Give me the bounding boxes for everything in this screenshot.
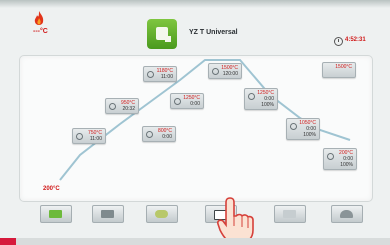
edit-button[interactable] <box>92 205 124 223</box>
step-4-chip[interactable]: 1500°C 120:00 <box>208 63 242 79</box>
step-9-vacuum: 100% <box>340 162 353 168</box>
clock-icon <box>76 133 83 140</box>
clock-icon <box>290 123 297 130</box>
step-8-vacuum: 100% <box>303 132 316 138</box>
info-icon <box>283 210 296 218</box>
step-8-chip[interactable]: 1050°C 0:00 100% <box>286 118 320 140</box>
night-mode-button[interactable] <box>146 205 178 223</box>
clock-icon <box>174 98 181 105</box>
step-7-vacuum: 100% <box>261 102 274 108</box>
step-2-time: 20:32 <box>122 106 135 112</box>
clock-icon <box>248 93 255 100</box>
return-arrow-icon <box>340 210 353 218</box>
back-button[interactable] <box>331 205 363 223</box>
step-4-time: 120:00 <box>222 71 238 77</box>
hand-pointer-icon <box>217 197 254 244</box>
clock-icon <box>147 71 154 78</box>
step-1-time: 11:00 <box>89 136 102 142</box>
step-5-chip[interactable]: 800°C 0:00 <box>142 126 176 142</box>
program-list-button[interactable] <box>40 205 72 223</box>
furnace-screen: ---°C YZ T Universal 4:52:31 200°C 750°C… <box>0 0 390 245</box>
step-9-chip[interactable]: 200°C 0:00 100% <box>323 148 357 170</box>
step-10-temp: 1500°C <box>335 64 352 70</box>
clock-icon <box>109 103 116 110</box>
step-2-chip[interactable]: 950°C 20:32 <box>105 98 139 114</box>
bottom-bar <box>0 238 390 245</box>
step-3-time: 11:00 <box>160 74 173 80</box>
clock-icon <box>212 68 219 75</box>
clock-icon <box>327 153 334 160</box>
moon-icon <box>155 210 168 218</box>
step-6-time: 0:00 <box>190 101 200 107</box>
step-7-chip[interactable]: 1250°C 0:00 100% <box>244 88 278 110</box>
edit-icon <box>101 210 114 218</box>
info-button[interactable] <box>274 205 306 223</box>
clock-icon <box>146 131 153 138</box>
program-list-icon <box>49 210 62 218</box>
step-5-time: 0:00 <box>162 134 172 140</box>
status-marker <box>0 238 16 245</box>
step-1-chip[interactable]: 750°C 11:00 <box>72 128 106 144</box>
start-temperature: 200°C <box>43 186 60 192</box>
step-6-chip[interactable]: 1250°C 0:00 <box>170 93 204 109</box>
step-10-chip[interactable]: 1500°C <box>322 62 356 78</box>
step-3-chip[interactable]: 1180°C 11:00 <box>143 66 177 82</box>
